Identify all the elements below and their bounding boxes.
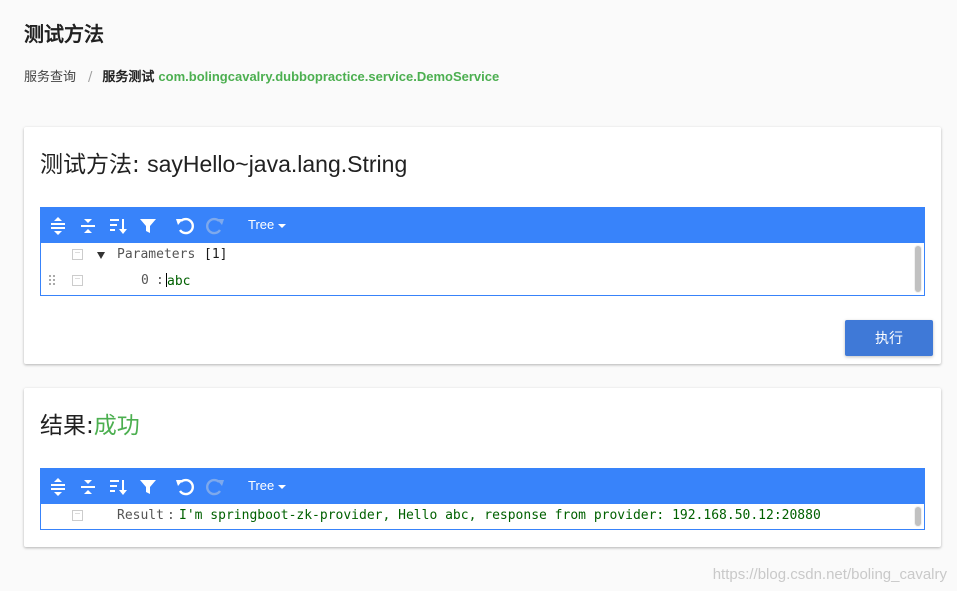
mode-dropdown[interactable]: Tree — [248, 478, 287, 493]
collapse-toggle-icon[interactable] — [97, 252, 105, 259]
context-menu-icon[interactable] — [72, 510, 83, 521]
redo-icon[interactable] — [203, 214, 227, 238]
collapse-all-icon[interactable] — [76, 475, 100, 499]
method-card: 测试方法: sayHello~java.lang.String Tree Par… — [24, 127, 941, 364]
breadcrumb-current: 服务测试 — [102, 70, 155, 85]
tree-row-parameters: Parameters [1] — [41, 243, 924, 267]
mode-dropdown[interactable]: Tree — [248, 217, 287, 232]
drag-handle-icon[interactable] — [49, 275, 57, 287]
parameters-json-editor[interactable]: Tree Parameters [1] 0 : abc — [40, 207, 925, 296]
sort-icon[interactable] — [106, 475, 130, 499]
result-value[interactable]: I'm springboot-zk-provider, Hello abc, r… — [179, 508, 821, 523]
result-json-editor[interactable]: Tree Result : I'm springboot-zk-provider… — [40, 468, 925, 530]
redo-icon[interactable] — [203, 475, 227, 499]
tree-item-index: 0 — [141, 273, 149, 288]
editor-toolbar: Tree — [41, 469, 924, 504]
expand-all-icon[interactable] — [46, 214, 70, 238]
result-status: 成功 — [93, 413, 140, 439]
method-title-prefix: 测试方法: — [40, 152, 148, 178]
editor-scrollbar[interactable] — [914, 245, 922, 293]
execute-button[interactable]: 执行 — [845, 320, 933, 356]
method-card-title: 测试方法: sayHello~java.lang.String — [40, 145, 407, 179]
result-title-prefix: 结果: — [40, 413, 94, 439]
tree-item-value[interactable]: abc — [166, 273, 190, 289]
method-name: sayHello~java.lang.String — [147, 151, 408, 177]
breadcrumb-separator: / — [88, 70, 93, 85]
tree-field-name[interactable]: Result — [117, 508, 164, 523]
filter-icon[interactable] — [136, 214, 160, 238]
tree-row-result: Result : I'm springboot-zk-provider, Hel… — [41, 504, 924, 528]
page-title: 测试方法 — [24, 22, 104, 46]
chevron-down-icon — [278, 223, 287, 228]
editor-scrollbar[interactable] — [914, 506, 922, 527]
breadcrumb-service-name: com.bolingcavalry.dubbopractice.service.… — [158, 69, 500, 84]
tree-row-item: 0 : abc — [41, 269, 924, 293]
sort-icon[interactable] — [106, 214, 130, 238]
tree-field-name[interactable]: Parameters — [117, 247, 195, 262]
collapse-all-icon[interactable] — [76, 214, 100, 238]
chevron-down-icon — [278, 484, 287, 489]
filter-icon[interactable] — [136, 475, 160, 499]
result-card-title: 结果:成功 — [40, 406, 140, 440]
context-menu-icon[interactable] — [72, 249, 83, 260]
breadcrumb: 服务查询 / 服务测试 com.bolingcavalry.dubbopractice… — [24, 66, 499, 85]
undo-icon[interactable] — [173, 475, 197, 499]
result-card: 结果:成功 Tree Result: I'm springboot-zk-pr… — [24, 388, 941, 547]
context-menu-icon[interactable] — [72, 275, 83, 286]
breadcrumb-root[interactable]: 服务查询 — [24, 70, 76, 85]
undo-icon[interactable] — [173, 214, 197, 238]
editor-toolbar: Tree — [41, 208, 924, 243]
watermark: https://blog.csdn.net/boling_cavalry — [712, 566, 947, 583]
expand-all-icon[interactable] — [46, 475, 70, 499]
tree-field-count: [1] — [204, 247, 228, 262]
